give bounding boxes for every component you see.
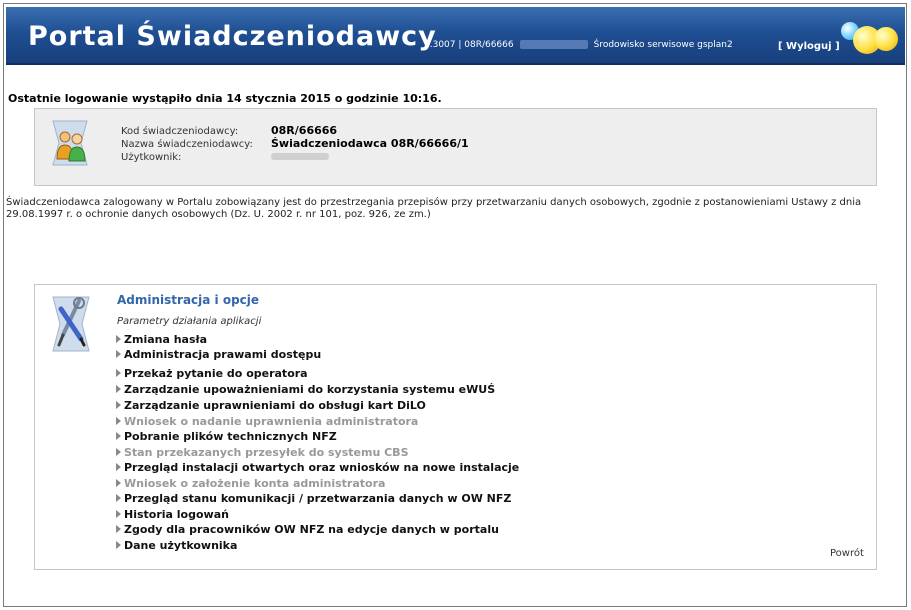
admin-menu-item-label: Przegląd stanu komunikacji / przetwarzan…: [124, 492, 512, 505]
name-value: Świadczeniodawca 08R/66666/1: [271, 137, 469, 150]
admin-menu-item[interactable]: Administracja prawami dostępu: [116, 348, 321, 361]
arrow-right-icon: [116, 385, 121, 393]
admin-menu-item-label: Historia logowań: [124, 508, 229, 521]
admin-menu-item[interactable]: Zarządzanie uprawnieniami do obsługi kar…: [116, 399, 426, 412]
admin-menu-item-label: Przegląd instalacji otwartych oraz wnios…: [124, 461, 520, 474]
admin-menu-item[interactable]: Dane użytkownika: [116, 539, 237, 552]
arrow-right-icon: [116, 350, 121, 358]
admin-menu-item: Stan przekazanych przesyłek do systemu C…: [116, 446, 409, 459]
admin-menu-item[interactable]: Przegląd instalacji otwartych oraz wnios…: [116, 461, 519, 474]
admin-subtitle: Parametry działania aplikacji: [117, 316, 262, 327]
redacted-user: [519, 40, 588, 49]
admin-menu-item[interactable]: Zgody dla pracowników OW NFZ na edycje d…: [116, 523, 499, 536]
info-values: 08R/66666 Świadczeniodawca 08R/66666/1: [271, 124, 469, 163]
arrow-right-icon: [116, 510, 121, 518]
name-label: Nazwa świadczeniodawcy:: [121, 139, 253, 150]
admin-menu-item[interactable]: Przekaż pytanie do operatora: [116, 367, 308, 380]
app-title: Portal Świadczeniodawcy: [28, 21, 437, 52]
admin-menu-item: Wniosek o założenie konta administratora: [116, 477, 385, 490]
admin-menu-item-label: Dane użytkownika: [124, 539, 238, 552]
admin-menu-item[interactable]: Pobranie plików technicznych NFZ: [116, 430, 337, 443]
logout-link[interactable]: [ Wyloguj ]: [778, 41, 840, 52]
arrow-right-icon: [116, 335, 121, 343]
code-value: 08R/66666: [271, 124, 338, 137]
arrow-right-icon: [116, 432, 121, 440]
info-labels: Kod świadczeniodawcy: Nazwa świadczeniod…: [121, 125, 253, 164]
admin-menu-item-label: Zmiana hasła: [124, 333, 208, 346]
admin-menu-item[interactable]: Przegląd stanu komunikacji / przetwarzan…: [116, 492, 511, 505]
admin-menu-item-label: Stan przekazanych przesyłek do systemu C…: [124, 446, 409, 459]
user-label: Użytkownik:: [121, 152, 182, 163]
back-link[interactable]: Powrót: [830, 548, 864, 559]
header-bar: Portal Świadczeniodawcy 2.3007 | 08R/666…: [6, 7, 905, 65]
admin-menu-item-label: Wniosek o założenie konta administratora: [124, 477, 386, 490]
logo-balls-icon: [841, 19, 901, 59]
admin-menu-item[interactable]: Zarządzanie upoważnieniami do korzystani…: [116, 383, 495, 396]
code-label: Kod świadczeniodawcy:: [121, 126, 239, 137]
admin-menu-item: Wniosek o nadanie uprawnienia administra…: [116, 415, 418, 428]
arrow-right-icon: [116, 417, 121, 425]
admin-menu-item[interactable]: Historia logowań: [116, 508, 229, 521]
users-icon: [52, 120, 88, 166]
arrow-right-icon: [116, 401, 121, 409]
arrow-right-icon: [116, 541, 121, 549]
header-meta: 2.3007 | 08R/66666 Środowisko serwisowe g…: [424, 40, 733, 50]
privacy-notice: Świadczeniodawca zalogowany w Portalu zo…: [6, 197, 862, 220]
redacted-user-value: [271, 153, 329, 160]
arrow-right-icon: [116, 479, 121, 487]
admin-menu-item-label: Wniosek o nadanie uprawnienia administra…: [124, 415, 419, 428]
arrow-right-icon: [116, 369, 121, 377]
admin-menu-item-label: Zgody dla pracowników OW NFZ na edycje d…: [124, 523, 499, 536]
admin-menu-item-label: Pobranie plików technicznych NFZ: [124, 430, 337, 443]
admin-menu-item[interactable]: Zmiana hasła: [116, 333, 207, 346]
version-text: 2.3007 | 08R/66666: [424, 40, 514, 50]
arrow-right-icon: [116, 525, 121, 533]
admin-menu-item-label: Zarządzanie upoważnieniami do korzystani…: [124, 383, 496, 396]
admin-menu-item-label: Zarządzanie uprawnieniami do obsługi kar…: [124, 399, 426, 412]
arrow-right-icon: [116, 463, 121, 471]
tools-icon: [52, 296, 90, 352]
environment-text: Środowisko serwisowe gsplan2: [593, 40, 733, 50]
admin-title[interactable]: Administracja i opcje: [117, 293, 259, 307]
admin-options-box: Administracja i opcje Parametry działani…: [34, 284, 877, 570]
admin-menu-item-label: Przekaż pytanie do operatora: [124, 367, 308, 380]
arrow-right-icon: [116, 494, 121, 502]
arrow-right-icon: [116, 448, 121, 456]
last-login-text: Ostatnie logowanie wystąpiło dnia 14 sty…: [8, 92, 442, 105]
login-info-box: Kod świadczeniodawcy: Nazwa świadczeniod…: [34, 108, 877, 186]
admin-menu-item-label: Administracja prawami dostępu: [124, 348, 322, 361]
